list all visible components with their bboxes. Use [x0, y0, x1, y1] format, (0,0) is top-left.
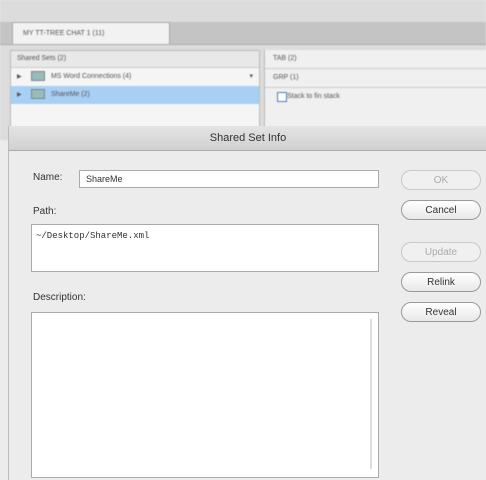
- list-item-selected[interactable]: ▶ ShareMe (2): [11, 86, 259, 104]
- description-label: Description:: [33, 292, 86, 303]
- list-item-label: ShareMe (2): [50, 91, 90, 98]
- detail-row: GRP (1): [265, 69, 486, 88]
- name-label: Name:: [33, 172, 63, 183]
- detail-panel: TAB (2) GRP (1) Stack to fin stack: [264, 50, 486, 130]
- checkbox-label: Stack to fin stack: [287, 93, 340, 100]
- path-label: Path:: [33, 206, 57, 217]
- list-item[interactable]: ▶ MS Word Connections (4) ▾: [11, 68, 259, 86]
- shared-sets-header: Shared Sets (2): [11, 51, 259, 68]
- disclosure-triangle-icon[interactable]: ▶: [17, 68, 22, 86]
- dialog-title: Shared Set Info: [9, 126, 486, 151]
- shared-set-info-dialog: Shared Set Info Name: ShareMe Path: ~/De…: [8, 126, 486, 480]
- detail-row: TAB (2): [265, 50, 486, 69]
- background-window: MY TT-TREE CHAT 1 (11) Shared Sets (2) ▶…: [0, 0, 486, 140]
- name-field[interactable]: ShareMe: [79, 170, 379, 188]
- relink-button[interactable]: Relink: [401, 272, 481, 292]
- reveal-button[interactable]: Reveal: [401, 302, 481, 322]
- ok-button[interactable]: OK: [401, 170, 481, 190]
- list-item-label: MS Word Connections (4): [50, 73, 132, 80]
- checkbox-icon[interactable]: [277, 92, 287, 102]
- path-field[interactable]: ~/Desktop/ShareMe.xml: [31, 224, 379, 272]
- cancel-button[interactable]: Cancel: [401, 200, 481, 220]
- shared-sets-panel: Shared Sets (2) ▶ MS Word Connections (4…: [10, 50, 260, 132]
- background-tab[interactable]: MY TT-TREE CHAT 1 (11): [12, 22, 170, 44]
- disclosure-triangle-icon[interactable]: ▶: [17, 86, 22, 104]
- description-field[interactable]: [31, 312, 379, 478]
- update-button[interactable]: Update: [401, 242, 481, 262]
- description-scrollbar[interactable]: [370, 319, 372, 469]
- folder-icon: [31, 71, 45, 82]
- stack-checkbox-row[interactable]: Stack to fin stack: [265, 88, 486, 106]
- chevron-down-icon[interactable]: ▾: [249, 68, 253, 86]
- folder-icon: [31, 89, 45, 100]
